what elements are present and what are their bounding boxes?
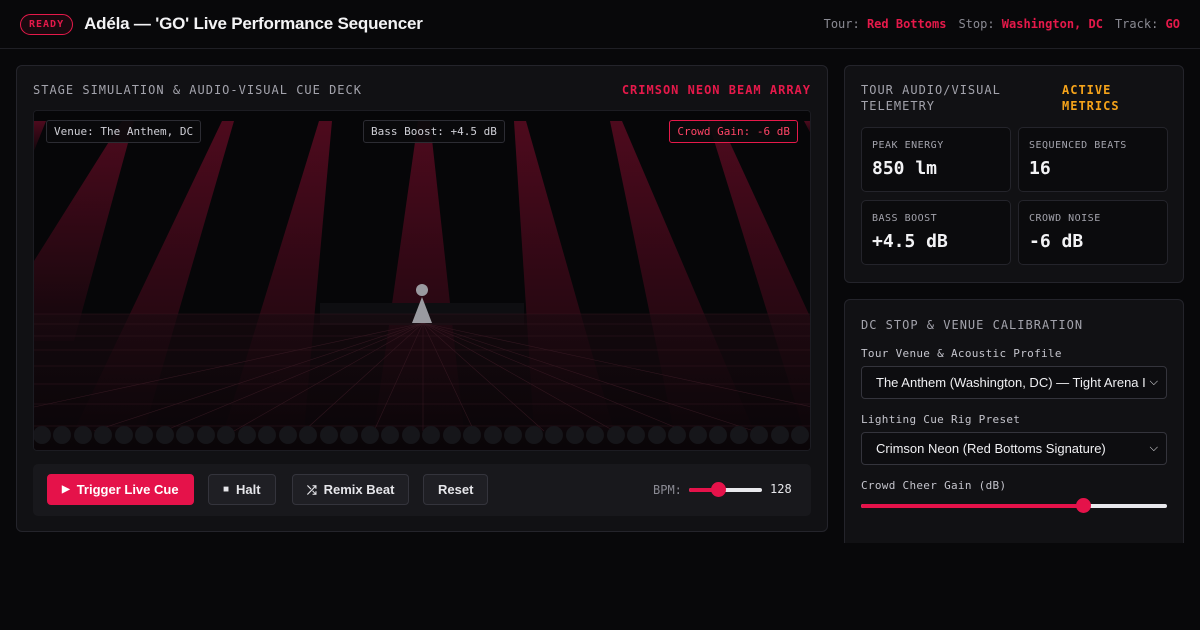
play-icon: ▶ [62, 483, 70, 495]
venue-overlay: Venue: The Anthem, DC [46, 120, 202, 143]
stop-meta: Stop: Washington, DC [958, 17, 1103, 31]
transport-controls: ▶ Trigger Live Cue ■ Halt ⤮ Remix Beat R… [33, 464, 811, 516]
remix-beat-button[interactable]: ⤮ Remix Beat [292, 474, 410, 505]
venue-profile-value: The Anthem (Washington, DC) — Tight Aren… [876, 375, 1146, 390]
metric-crowd-noise: CROWD NOISE -6 dB [1018, 200, 1168, 265]
bass-overlay: Bass Boost: +4.5 dB [363, 120, 505, 143]
telemetry-accent: ACTIVE METRICS [1062, 83, 1120, 113]
tour-meta: Tour: Red Bottoms [823, 17, 947, 31]
remix-beat-label: Remix Beat [323, 482, 395, 497]
crowd-cheer-slider[interactable] [861, 498, 1167, 514]
page-bottom [0, 543, 1200, 630]
reset-button[interactable]: Reset [423, 474, 489, 505]
tour-value: Red Bottoms [866, 17, 947, 31]
stage-panel-title: STAGE SIMULATION & AUDIO-VISUAL CUE DECK [33, 83, 362, 97]
metric-bass-boost: BASS BOOST +4.5 dB [861, 200, 1011, 265]
trigger-cue-label: Trigger Live Cue [76, 482, 179, 497]
bpm-value: 128 [770, 482, 792, 496]
rig-preset-select[interactable]: Crimson Neon (Red Bottoms Signature) ⌵ [861, 432, 1167, 465]
top-bar: READY Adéla — 'GO' Live Performance Sequ… [0, 0, 1200, 49]
track-meta: Track: GO [1114, 17, 1180, 31]
stop-icon: ■ [223, 483, 230, 495]
bpm-slider[interactable] [689, 482, 762, 498]
halt-label: Halt [236, 482, 261, 497]
rig-preset-label: Lighting Cue Rig Preset [861, 413, 1021, 426]
tour-info: Tour: Red Bottoms Stop: Washington, DC T… [824, 17, 1180, 31]
track-value: GO [1165, 17, 1180, 31]
calibration-title: DC STOP & VENUE CALIBRATION [861, 318, 1084, 332]
rig-preset-value: Crimson Neon (Red Bottoms Signature) [876, 441, 1106, 456]
stop-value: Washington, DC [1001, 17, 1103, 31]
telemetry-panel: TOUR AUDIO/VISUAL TELEMETRY ACTIVE METRI… [844, 65, 1184, 283]
metric-peak-energy: PEAK ENERGY 850 lm [861, 127, 1011, 192]
crowd-cheer-label: Crowd Cheer Gain (dB) [861, 479, 1007, 492]
calibration-panel: DC STOP & VENUE CALIBRATION Tour Venue &… [844, 299, 1184, 559]
stage-canvas[interactable]: Venue: The Anthem, DC Bass Boost: +4.5 d… [33, 110, 811, 451]
bpm-label: BPM: [653, 483, 682, 497]
chevron-down-icon: ⌵ [1149, 442, 1158, 454]
bpm-slider-thumb[interactable] [711, 482, 727, 497]
status-badge: READY [20, 13, 74, 35]
app-title: Adéla — 'GO' Live Performance Sequencer [84, 14, 423, 33]
trigger-cue-button[interactable]: ▶ Trigger Live Cue [47, 474, 194, 505]
crowd-cheer-thumb[interactable] [1076, 498, 1092, 513]
stage-panel-accent: CRIMSON NEON BEAM ARRAY [621, 83, 811, 97]
venue-profile-label: Tour Venue & Acoustic Profile [861, 347, 1062, 360]
stage-panel: STAGE SIMULATION & AUDIO-VISUAL CUE DECK… [16, 65, 828, 532]
crowd-cheer-fill [861, 504, 1084, 508]
chevron-down-icon: ⌵ [1149, 376, 1158, 388]
reset-label: Reset [438, 482, 474, 497]
metric-sequenced-beats: SEQUENCED BEATS 16 [1018, 127, 1168, 192]
venue-profile-select[interactable]: The Anthem (Washington, DC) — Tight Aren… [861, 366, 1167, 399]
shuffle-icon: ⤮ [307, 482, 317, 497]
halt-button[interactable]: ■ Halt [208, 474, 276, 505]
telemetry-title: TOUR AUDIO/VISUAL TELEMETRY [861, 83, 1001, 113]
crowd-gain-overlay: Crowd Gain: -6 dB [669, 120, 798, 143]
stage-visual [34, 111, 810, 450]
